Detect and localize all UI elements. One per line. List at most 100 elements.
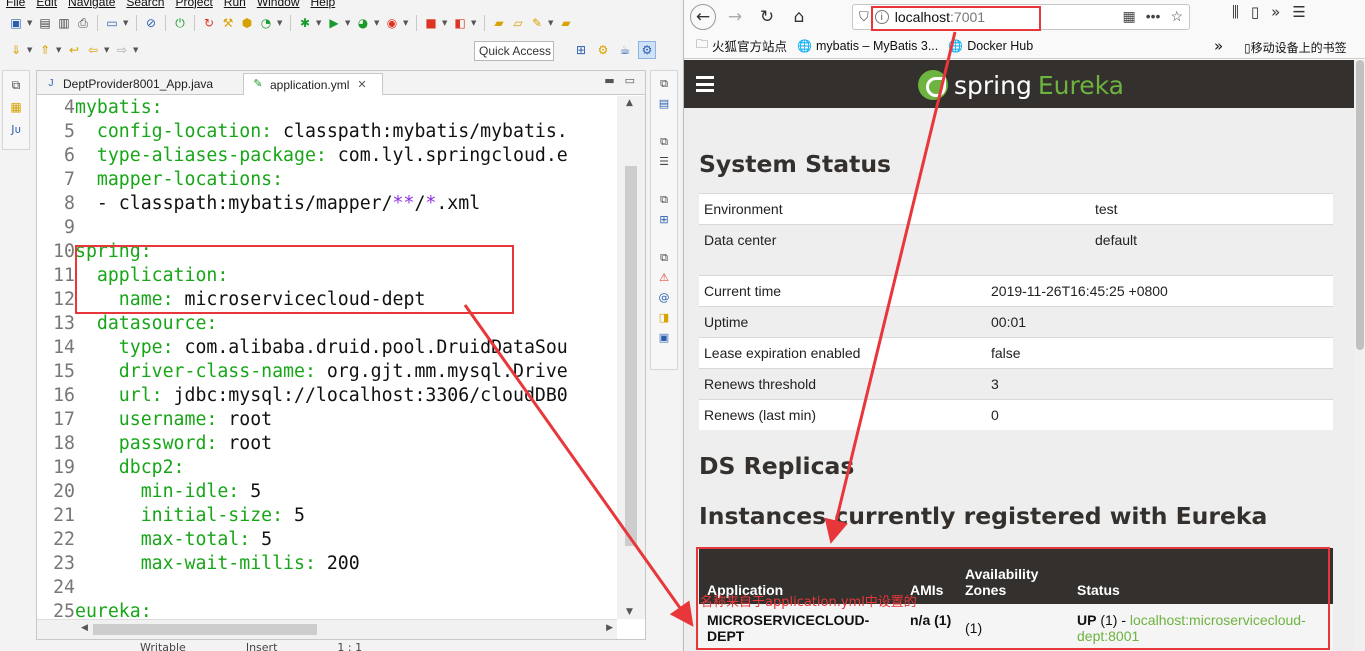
menu-file[interactable]: File xyxy=(6,0,25,10)
print-icon[interactable]: ⎙ xyxy=(75,15,91,31)
bookmark-item[interactable]: 🌐 mybatis – MyBatis 3... xyxy=(797,39,938,53)
code-area[interactable]: 4mybatis: 5 config-location: classpath:my… xyxy=(37,96,617,619)
menu-edit[interactable]: Edit xyxy=(36,0,57,10)
spring-perspective-icon[interactable]: ⚙ xyxy=(638,41,656,59)
dropdown-icon[interactable]: ▼ xyxy=(374,19,381,27)
stop-icon[interactable]: ⏻ xyxy=(172,15,188,31)
minimize-icon[interactable]: ▬ xyxy=(604,74,614,87)
maximize-icon[interactable]: ▭ xyxy=(625,74,635,87)
run-config-icon[interactable]: ◔ xyxy=(258,15,274,31)
restore-icon[interactable]: ⧉ xyxy=(656,133,672,149)
code-line[interactable]: 24 xyxy=(37,576,617,600)
debug-icon[interactable]: ✱ xyxy=(297,15,313,31)
code-line[interactable]: 5 config-location: classpath:mybatis/myb… xyxy=(37,120,617,144)
server-icon[interactable]: ◧ xyxy=(452,15,468,31)
menu-icon[interactable]: ☰ xyxy=(1292,3,1305,21)
dropdown-icon[interactable]: ▼ xyxy=(123,19,130,27)
page-scrollbar[interactable] xyxy=(1354,60,1365,651)
coverage-icon[interactable]: ◕ xyxy=(355,15,371,31)
java-ee-perspective-icon[interactable]: ⚙ xyxy=(594,41,612,59)
dropdown-icon[interactable]: ▼ xyxy=(548,19,555,27)
scroll-left-icon[interactable]: ◀ xyxy=(81,623,88,633)
dropdown-icon[interactable]: ▼ xyxy=(27,46,34,54)
code-line[interactable]: 16 url: jdbc:mysql://localhost:3306/clou… xyxy=(37,384,617,408)
close-icon[interactable]: ✕ xyxy=(357,78,366,91)
dropdown-icon[interactable]: ▼ xyxy=(442,19,449,27)
shield-icon[interactable]: ⛉ xyxy=(859,9,869,25)
bookmark-item[interactable]: 🗀 火狐官方站点 xyxy=(696,35,787,56)
code-line[interactable]: 4mybatis: xyxy=(37,96,617,120)
code-line[interactable]: 8 - classpath:mybatis/mapper/**/*.xml xyxy=(37,192,617,216)
code-line[interactable]: 17 username: root xyxy=(37,408,617,432)
code-line[interactable]: 21 initial-size: 5 xyxy=(37,504,617,528)
dropdown-icon[interactable]: ▼ xyxy=(56,46,63,54)
code-line[interactable]: 18 password: root xyxy=(37,432,617,456)
dropdown-icon[interactable]: ▼ xyxy=(133,46,140,54)
code-line[interactable]: 13 datasource: xyxy=(37,312,617,336)
back-button[interactable]: ← xyxy=(690,3,716,30)
code-line[interactable]: 14 type: com.alibaba.druid.pool.DruidDat… xyxy=(37,336,617,360)
dropdown-icon[interactable]: ▼ xyxy=(316,19,323,27)
code-line[interactable]: 25eureka: xyxy=(37,600,617,619)
code-line[interactable]: 9 xyxy=(37,216,617,240)
prev-annotation-icon[interactable]: ⇑ xyxy=(37,42,53,58)
sidebar-icon[interactable]: ▯ xyxy=(1251,3,1259,21)
open-task-icon[interactable]: ▰ xyxy=(558,15,574,31)
mobile-bookmarks[interactable]: ▯移动设备上的书签 xyxy=(1244,39,1347,56)
more-icon[interactable]: ••• xyxy=(1146,8,1161,25)
dropdown-icon[interactable]: ▼ xyxy=(471,19,478,27)
open-perspective-icon[interactable]: ⊞ xyxy=(572,41,590,59)
menu-run[interactable]: Run xyxy=(224,0,246,10)
scroll-up-icon[interactable]: ▲ xyxy=(626,98,633,108)
code-line[interactable]: 23 max-wait-millis: 200 xyxy=(37,552,617,576)
code-line[interactable]: 19 dbcp2: xyxy=(37,456,617,480)
hamburger-menu-icon[interactable] xyxy=(696,76,714,92)
menu-project[interactable]: Project xyxy=(175,0,212,10)
menu-navigate[interactable]: Navigate xyxy=(68,0,115,10)
library-icon[interactable]: ⫼ xyxy=(1232,3,1239,21)
new-icon[interactable]: ▣ xyxy=(8,15,24,31)
terminate-icon[interactable]: ■ xyxy=(423,15,439,31)
java-perspective-icon[interactable]: ☕ xyxy=(616,41,634,59)
package-icon[interactable]: ⬢ xyxy=(239,15,255,31)
terminal-icon[interactable]: ▭ xyxy=(104,15,120,31)
outline-icon[interactable]: ▤ xyxy=(656,95,672,111)
dropdown-icon[interactable]: ▼ xyxy=(345,19,352,27)
spring-eureka-logo[interactable]: spring Eureka xyxy=(918,70,1124,100)
menu-window[interactable]: Window xyxy=(257,0,300,10)
next-annotation-icon[interactable]: ⇓ xyxy=(8,42,24,58)
build-icon[interactable]: ⚒ xyxy=(220,15,236,31)
forward-button[interactable]: → xyxy=(722,4,748,30)
menu-help[interactable]: Help xyxy=(311,0,336,10)
package-explorer-icon[interactable]: ▦ xyxy=(8,99,24,115)
spring-explorer-icon[interactable]: ⊞ xyxy=(656,211,672,227)
declaration-icon[interactable]: ◨ xyxy=(656,309,672,325)
restore-icon[interactable]: ⧉ xyxy=(8,77,24,93)
markers-icon[interactable]: ⚠ xyxy=(656,269,672,285)
external-tools-icon[interactable]: ◉ xyxy=(384,15,400,31)
scroll-thumb[interactable] xyxy=(93,624,317,635)
code-line[interactable]: 20 min-idle: 5 xyxy=(37,480,617,504)
save-icon[interactable]: ▤ xyxy=(37,15,53,31)
run-icon[interactable]: ▶ xyxy=(326,15,342,31)
qr-code-icon[interactable]: ▦ xyxy=(1122,8,1135,25)
junit-icon[interactable]: Jᴜ xyxy=(8,121,24,137)
quick-access-input[interactable]: Quick Access xyxy=(474,41,554,61)
tab-deptprovider[interactable]: J DeptProvider8001_App.java xyxy=(37,73,241,95)
javadoc-icon[interactable]: @ xyxy=(656,289,672,305)
restore-icon[interactable]: ⧉ xyxy=(656,191,672,207)
skip-breakpoints-icon[interactable]: ⊘ xyxy=(143,15,159,31)
scroll-right-icon[interactable]: ▶ xyxy=(606,623,613,633)
code-line[interactable]: 15 driver-class-name: org.gjt.mm.mysql.D… xyxy=(37,360,617,384)
open-folder-icon[interactable]: ▰ xyxy=(491,15,507,31)
code-line[interactable]: 6 type-aliases-package: com.lyl.springcl… xyxy=(37,144,617,168)
vertical-scrollbar[interactable]: ▲ ▼ xyxy=(617,96,645,619)
dropdown-icon[interactable]: ▼ xyxy=(27,19,34,27)
dropdown-icon[interactable]: ▼ xyxy=(104,46,111,54)
scroll-down-icon[interactable]: ▼ xyxy=(626,607,633,617)
save-all-icon[interactable]: ▥ xyxy=(56,15,72,31)
open-type-icon[interactable]: ▱ xyxy=(510,15,526,31)
bookmark-item[interactable]: 🌐 Docker Hub xyxy=(948,39,1033,53)
home-button[interactable]: ⌂ xyxy=(786,4,812,30)
code-line[interactable]: 7 mapper-locations: xyxy=(37,168,617,192)
